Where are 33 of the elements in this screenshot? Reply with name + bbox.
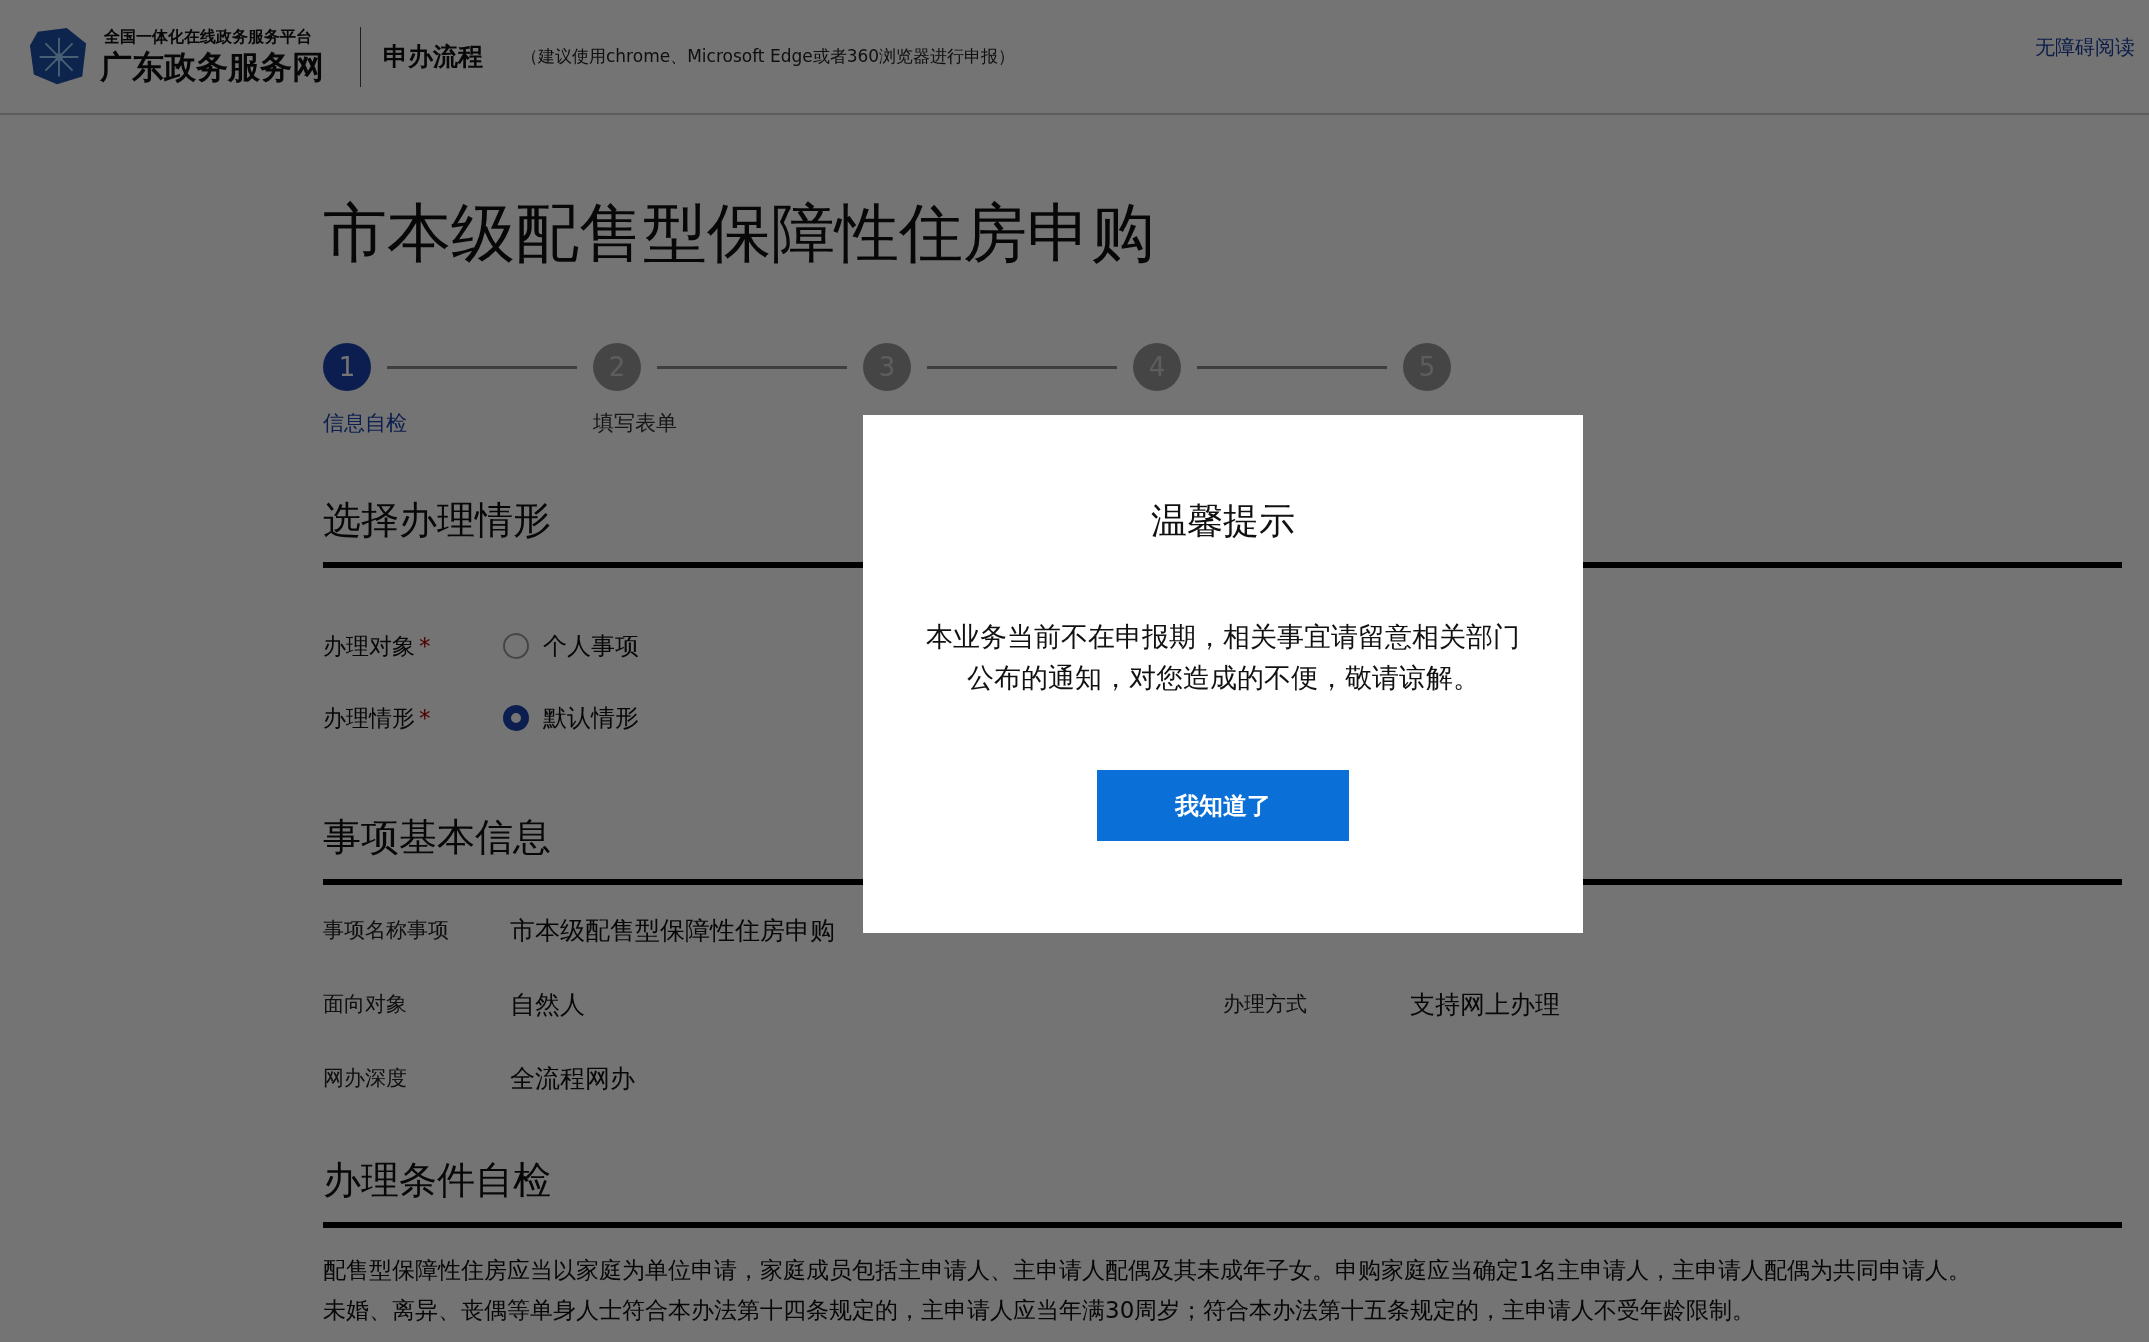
section-heading: 办理条件自检 xyxy=(323,1157,551,1204)
page-title: 市本级配售型保障性住房申购 xyxy=(323,201,1156,265)
radio-button[interactable] xyxy=(503,705,529,731)
field-label: 办理情形 xyxy=(323,704,415,731)
condition-text: 未婚、离异、丧偶等单身人士符合本办法第十四条规定的，主申请人应当年满30周岁；符合本办法第十五条规定的，主申请人不受年龄限制。 xyxy=(323,1296,1757,1325)
section-heading: 选择办理情形 xyxy=(323,497,551,544)
confirm-button[interactable]: 我知道了 xyxy=(1097,770,1349,841)
info-value: 自然人 xyxy=(510,988,585,1021)
info-value: 市本级配售型保障性住房申购 xyxy=(510,914,835,947)
step-label: 信息自检 xyxy=(323,410,408,437)
info-label: 网办深度 xyxy=(323,1065,408,1092)
info-label: 面向对象 xyxy=(323,991,408,1018)
required-mark: * xyxy=(419,704,431,731)
info-value: 支持网上办理 xyxy=(1410,988,1560,1021)
browser-hint: （建议使用chrome、Microsoft Edge或者360浏览器进行申报） xyxy=(521,45,1016,68)
required-mark: * xyxy=(419,632,431,659)
step-label: 填写表单 xyxy=(593,410,678,437)
info-label: 事项名称事项 xyxy=(323,917,450,944)
section-title: 申办流程 xyxy=(383,41,483,73)
step-number[interactable]: 1 xyxy=(323,343,371,391)
option-label[interactable]: 个人事项 xyxy=(543,630,639,662)
platform-name: 全国一体化在线政务服务平台 xyxy=(103,27,313,48)
section-heading: 事项基本信息 xyxy=(323,814,551,861)
condition-text: 配售型保障性住房应当以家庭为单位申请，家庭成员包括主申请人、主申请人配偶及其未成年子女。申购家庭应当确定1名主申请人，主申请人配偶为共同申请人。 xyxy=(323,1256,1972,1285)
site-name: 广东政务服务网 xyxy=(100,48,324,86)
dialog-message: 本业务当前不在申报期，相关事宜请留意相关部门公布的通知，对您造成的不便，敬请谅解。 xyxy=(925,620,1521,695)
radio-button[interactable] xyxy=(503,633,529,659)
info-value: 全流程网办 xyxy=(510,1062,635,1095)
accessibility-link[interactable]: 无障碍阅读 xyxy=(2035,34,2135,61)
dialog-title: 温馨提示 xyxy=(1151,499,1295,543)
field-label: 办理对象 xyxy=(323,632,415,659)
info-label: 办理方式 xyxy=(1223,991,1308,1018)
option-label[interactable]: 默认情形 xyxy=(543,702,639,734)
